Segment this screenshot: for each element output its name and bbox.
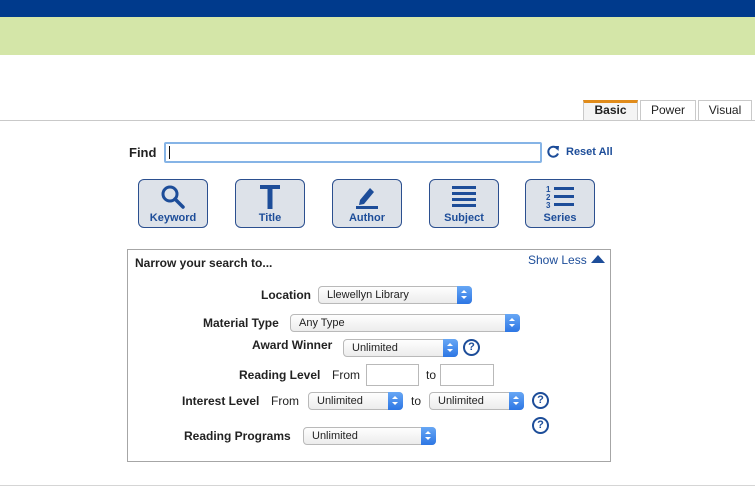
reading-programs-select[interactable]: Unlimited — [303, 427, 436, 445]
lines-icon — [452, 186, 476, 207]
interest-level-from-value: Unlimited — [317, 395, 363, 407]
select-arrows-icon — [457, 286, 472, 304]
show-less-link[interactable]: Show Less — [528, 253, 587, 267]
interest-level-help-icon[interactable]: ? — [532, 392, 549, 409]
reading-level-to-input[interactable] — [440, 364, 494, 386]
select-arrows-icon — [388, 392, 403, 410]
select-arrows-icon — [421, 427, 436, 445]
reading-level-to-label: to — [426, 368, 437, 382]
triangle-up-icon[interactable] — [590, 254, 606, 264]
svg-text:3: 3 — [546, 201, 551, 210]
reading-programs-help-icon[interactable]: ? — [532, 417, 549, 434]
numbered-list-icon: 1 2 3 — [546, 185, 574, 210]
find-input[interactable] — [164, 142, 542, 163]
narrow-panel-title: Narrow your search to... — [135, 256, 273, 270]
top-banner — [0, 0, 755, 17]
tab-power[interactable]: Power — [640, 100, 696, 120]
reading-programs-label: Reading Programs — [184, 429, 291, 443]
material-type-select-value: Any Type — [299, 317, 345, 329]
interest-level-to-select[interactable]: Unlimited — [429, 392, 524, 410]
select-arrows-icon — [505, 314, 520, 332]
award-winner-select[interactable]: Unlimited — [343, 339, 458, 357]
find-label: Find — [129, 145, 157, 160]
title-button-label: Title — [258, 212, 282, 224]
reset-all-link[interactable]: Reset All — [566, 146, 613, 158]
reading-level-from-label: From — [332, 368, 360, 382]
location-label: Location — [261, 288, 311, 302]
footer-divider — [0, 485, 755, 486]
pen-icon — [356, 188, 378, 209]
tab-visual[interactable]: Visual — [698, 100, 752, 120]
interest-level-to-label: to — [411, 394, 422, 408]
title-t-icon — [260, 185, 280, 209]
interest-level-label: Interest Level — [182, 394, 260, 408]
award-winner-select-value: Unlimited — [352, 342, 398, 354]
location-select-value: Llewellyn Library — [327, 289, 409, 301]
header-band — [0, 17, 755, 55]
series-button[interactable]: 1 2 3 Series — [525, 179, 595, 228]
magnifier-icon — [161, 185, 185, 209]
select-arrows-icon — [509, 392, 524, 410]
tab-basic[interactable]: Basic — [583, 100, 638, 120]
author-button-label: Author — [348, 212, 386, 224]
reset-icon[interactable] — [546, 145, 560, 159]
subject-button-label: Subject — [444, 212, 484, 224]
award-winner-help-icon[interactable]: ? — [463, 339, 480, 356]
interest-level-to-value: Unlimited — [438, 395, 484, 407]
author-button[interactable]: Author — [332, 179, 402, 228]
text-caret — [169, 146, 170, 159]
tab-divider — [0, 120, 755, 121]
title-button[interactable]: Title — [235, 179, 305, 228]
keyword-button[interactable]: Keyword — [138, 179, 208, 228]
award-winner-label: Award Winner — [252, 338, 333, 352]
location-select[interactable]: Llewellyn Library — [318, 286, 472, 304]
interest-level-from-label: From — [271, 394, 299, 408]
reading-level-label: Reading Level — [239, 368, 321, 382]
reading-level-from-input[interactable] — [366, 364, 419, 386]
series-button-label: Series — [543, 212, 577, 224]
material-type-label: Material Type — [203, 316, 279, 330]
interest-level-from-select[interactable]: Unlimited — [308, 392, 403, 410]
select-arrows-icon — [443, 339, 458, 357]
keyword-button-label: Keyword — [149, 212, 197, 224]
material-type-select[interactable]: Any Type — [290, 314, 520, 332]
subject-button[interactable]: Subject — [429, 179, 499, 228]
reading-programs-select-value: Unlimited — [312, 430, 358, 442]
